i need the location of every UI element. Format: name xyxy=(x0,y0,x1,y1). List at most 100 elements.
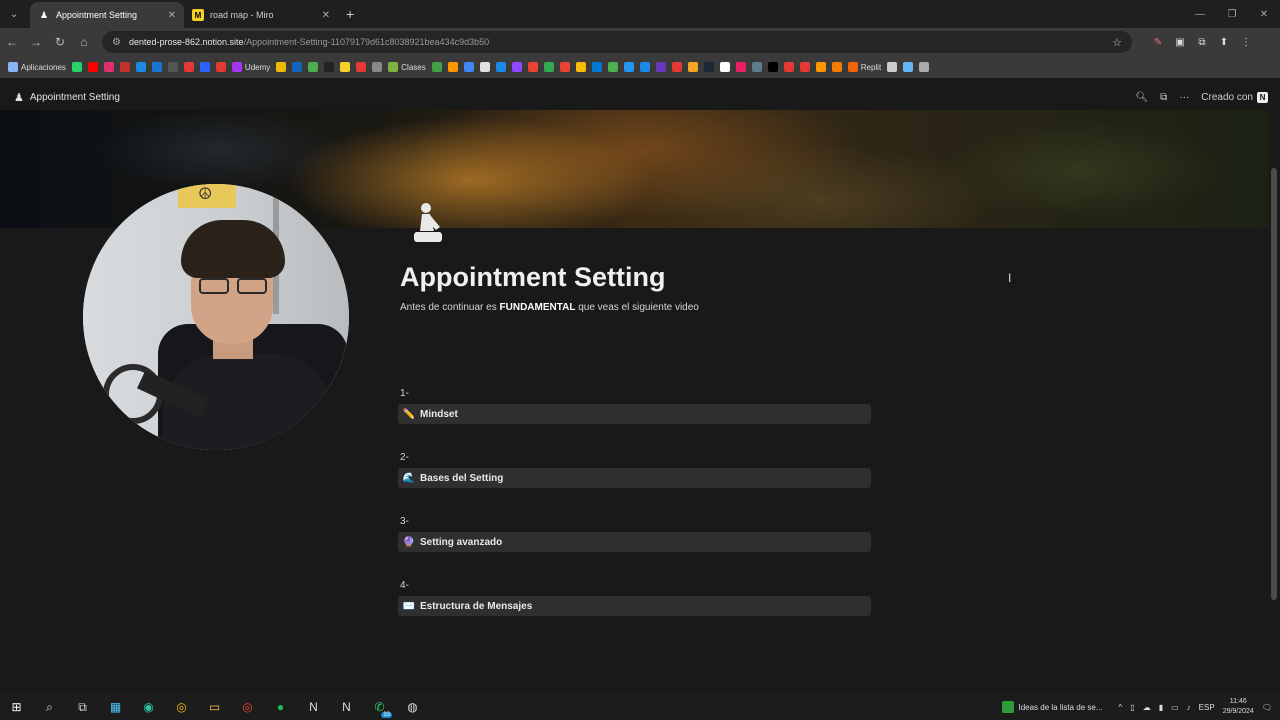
bookmark-item[interactable] xyxy=(703,62,714,72)
bookmark-item[interactable] xyxy=(591,62,602,72)
forward-icon[interactable]: → xyxy=(24,35,48,49)
bookmark-item[interactable] xyxy=(151,62,162,72)
tray-app-icon[interactable]: ▯ xyxy=(1130,703,1134,712)
file-explorer-icon[interactable]: ▭ xyxy=(198,694,231,720)
bookmark-item[interactable] xyxy=(495,62,506,72)
bookmark-item[interactable] xyxy=(167,62,178,72)
bookmark-item[interactable] xyxy=(292,62,303,72)
bookmark-item[interactable] xyxy=(87,62,98,72)
bookmark-item[interactable] xyxy=(903,62,914,72)
usb-icon[interactable]: ▮ xyxy=(1159,703,1163,712)
bookmark-item[interactable] xyxy=(199,62,210,72)
bookmark-item[interactable] xyxy=(215,62,226,72)
minimize-icon[interactable]: — xyxy=(1184,0,1216,28)
bookmark-item[interactable] xyxy=(887,62,898,72)
reload-icon[interactable]: ↻ xyxy=(48,35,72,49)
back-icon[interactable]: ← xyxy=(0,35,24,49)
spotify-icon[interactable]: ● xyxy=(264,694,297,720)
notion-icon[interactable]: N xyxy=(297,694,330,720)
scrollbar-thumb[interactable] xyxy=(1271,168,1277,600)
bookmark-item[interactable] xyxy=(655,62,666,72)
bookmark-item[interactable] xyxy=(815,62,826,72)
bookmark-item[interactable] xyxy=(751,62,762,72)
bookmark-item[interactable] xyxy=(308,62,319,72)
language-indicator[interactable]: ESP xyxy=(1199,703,1215,712)
page-link-estructura-de-mensajes[interactable]: ✉️ Estructura de Mensajes xyxy=(398,596,871,616)
close-icon[interactable]: ✕ xyxy=(168,10,176,21)
bookmark-item[interactable]: Udemy xyxy=(231,62,270,72)
bookmark-item[interactable] xyxy=(639,62,650,72)
bookmark-item[interactable]: Aplicaciones xyxy=(8,62,66,72)
bookmark-star-icon[interactable]: ☆ xyxy=(1112,36,1122,49)
extensions-puzzle-icon[interactable]: ⧉ xyxy=(1194,34,1210,50)
bookmark-item[interactable] xyxy=(559,62,570,72)
duplicate-icon[interactable]: ⧉ xyxy=(1160,92,1167,103)
clock[interactable]: 11:46 29/9/2024 xyxy=(1223,697,1254,717)
bookmark-item[interactable] xyxy=(623,62,634,72)
tab-search-button[interactable]: ⌄ xyxy=(4,4,24,24)
bookmark-item[interactable] xyxy=(463,62,474,72)
bookmark-item[interactable] xyxy=(431,62,442,72)
chess-pawn-page-icon[interactable] xyxy=(408,200,448,246)
bookmark-item[interactable] xyxy=(575,62,586,72)
tab-appointment-setting[interactable]: ♟ Appointment Setting ✕ xyxy=(30,2,184,28)
close-icon[interactable]: ✕ xyxy=(322,10,330,21)
bookmark-item[interactable] xyxy=(340,62,351,72)
page-scrollbar[interactable] xyxy=(1270,110,1278,694)
restore-icon[interactable]: ❐ xyxy=(1216,0,1248,28)
bookmark-item[interactable] xyxy=(671,62,682,72)
more-icon[interactable]: ··· xyxy=(1179,92,1189,103)
site-info-icon[interactable]: ⚙ xyxy=(112,37,121,48)
created-with-link[interactable]: Creado con N xyxy=(1201,91,1268,103)
bookmark-item[interactable] xyxy=(783,62,794,72)
store-icon[interactable]: ▦ xyxy=(99,694,132,720)
page-link-setting-avanzado[interactable]: 🔮 Setting avanzado xyxy=(398,532,871,552)
bookmark-item[interactable] xyxy=(447,62,458,72)
task-view-icon[interactable]: ⧉ xyxy=(66,694,99,720)
whatsapp-icon[interactable]: ✆ 33 xyxy=(363,694,396,720)
bookmark-item[interactable] xyxy=(919,62,930,72)
network-icon[interactable]: ▭ xyxy=(1171,703,1179,712)
page-link-bases-del-setting[interactable]: 🌊 Bases del Setting xyxy=(398,468,871,488)
bookmark-item[interactable] xyxy=(719,62,730,72)
notification-icon[interactable]: 🗨︎ xyxy=(1262,703,1272,712)
bookmark-item[interactable] xyxy=(135,62,146,72)
bookmark-item[interactable] xyxy=(799,62,810,72)
edge-icon[interactable]: ◉ xyxy=(132,694,165,720)
bookmark-item[interactable] xyxy=(479,62,490,72)
new-tab-button[interactable]: + xyxy=(346,6,354,22)
bookmark-item[interactable] xyxy=(119,62,130,72)
bookmark-item[interactable] xyxy=(183,62,194,72)
bookmark-item[interactable] xyxy=(372,62,383,72)
search-icon[interactable]: ⌕ xyxy=(33,694,66,720)
bookmark-item[interactable] xyxy=(71,62,82,72)
news-widget[interactable]: Ideas de la lista de se... xyxy=(1002,701,1103,713)
chrome-icon[interactable]: ◎ xyxy=(165,694,198,720)
address-bar[interactable]: ⚙ dented-prose-862.notion.site/Appointme… xyxy=(102,31,1132,53)
bookmark-item[interactable] xyxy=(767,62,778,72)
volume-icon[interactable]: ♪ xyxy=(1187,703,1191,712)
bookmark-item[interactable]: Clases xyxy=(388,62,426,72)
extension-icon[interactable]: ▣ xyxy=(1172,34,1188,50)
cloud-icon[interactable]: ☁ xyxy=(1143,703,1151,712)
bookmark-item[interactable] xyxy=(687,62,698,72)
bookmark-item[interactable] xyxy=(831,62,842,72)
close-window-icon[interactable]: ✕ xyxy=(1248,0,1280,28)
bookmark-item[interactable] xyxy=(527,62,538,72)
notion-icon[interactable]: N xyxy=(330,694,363,720)
menu-icon[interactable]: ⋮ xyxy=(1238,34,1254,50)
bookmark-item[interactable] xyxy=(607,62,618,72)
breadcrumb[interactable]: Appointment Setting xyxy=(30,92,120,103)
home-icon[interactable]: ⌂ xyxy=(72,35,96,49)
chevron-up-icon[interactable]: ^ xyxy=(1119,703,1123,712)
extension-icon[interactable]: ✎ xyxy=(1150,34,1166,50)
obs-icon[interactable]: ◍ xyxy=(396,694,429,720)
bookmark-item[interactable] xyxy=(324,62,335,72)
bookmark-item[interactable] xyxy=(276,62,287,72)
windows-start-icon[interactable]: ⊞ xyxy=(0,694,33,720)
search-icon[interactable]: 🔍︎ xyxy=(1135,92,1148,103)
profile-icon[interactable]: ⬆ xyxy=(1216,34,1232,50)
bookmark-item[interactable]: Replit xyxy=(847,62,881,72)
bookmark-item[interactable] xyxy=(735,62,746,72)
bookmark-item[interactable] xyxy=(356,62,367,72)
